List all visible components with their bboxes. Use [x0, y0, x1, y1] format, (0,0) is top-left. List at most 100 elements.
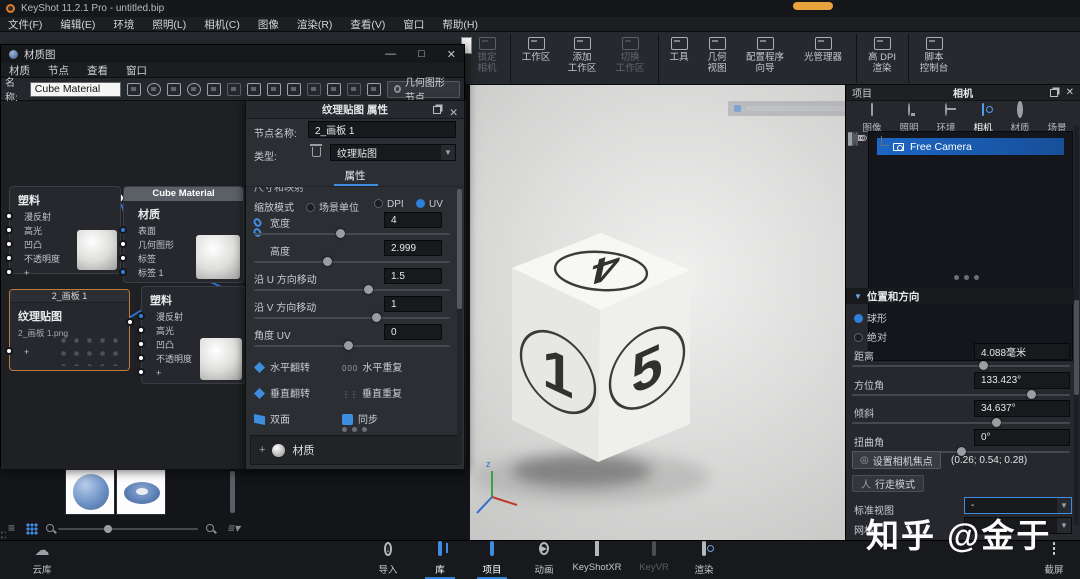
azimuth-slider[interactable]	[852, 390, 1070, 399]
dock-library[interactable]: 库	[412, 541, 468, 579]
menu-window[interactable]: 窗口	[403, 17, 424, 32]
properties-tab[interactable]: 属性	[246, 167, 464, 187]
geometry-node-button[interactable]: 几何图形节点	[386, 78, 461, 104]
menu-lighting[interactable]: 照明(L)	[152, 17, 186, 32]
material-thumbnail-sphere[interactable]	[65, 469, 115, 515]
dock-project[interactable]: 项目	[464, 541, 520, 579]
link-width-height-icon[interactable]	[251, 216, 265, 243]
scale-mode-scene-units[interactable]: 场景单位	[306, 199, 359, 214]
show-textures-icon[interactable]	[286, 82, 301, 96]
geometry-view-button[interactable]: 几何 视图	[698, 36, 736, 81]
show-labels-icon[interactable]	[306, 82, 321, 96]
width-input[interactable]: 4	[384, 212, 442, 228]
delete-icon[interactable]	[266, 82, 281, 96]
type-dropdown[interactable]: 纹理贴图 ▼	[330, 144, 456, 161]
workspace-button[interactable]: 工作区	[514, 36, 558, 81]
connector-icon[interactable]	[366, 82, 381, 96]
node-plastic-top[interactable]: 塑料 漫反射 高光 凹凸 不透明度 +	[5, 186, 121, 278]
realtime-viewport[interactable]: 4 1 5 z	[470, 85, 845, 540]
project-scrollbar[interactable]	[1074, 125, 1079, 525]
zoom-out-icon[interactable]	[46, 524, 54, 532]
tab-environment[interactable]: 环境	[928, 103, 964, 134]
mg-menu-window[interactable]: 窗口	[126, 63, 147, 78]
height-slider[interactable]	[254, 257, 450, 266]
shift-u-slider[interactable]	[254, 285, 450, 294]
twist-input[interactable]: 0°	[974, 429, 1070, 446]
configurator-wizard-button[interactable]: 配置程序 向导	[738, 36, 792, 81]
node-plastic-bottom[interactable]: 塑料 漫反射 高光 凹凸 不透明度 +	[137, 286, 246, 384]
scale-mode-uv[interactable]: UV	[416, 199, 443, 210]
align-nodes-icon[interactable]	[326, 82, 341, 96]
shift-v-slider[interactable]	[254, 313, 450, 322]
slider-handle[interactable]	[104, 525, 112, 533]
sync-toggle[interactable]: 同步	[342, 411, 378, 426]
project-panel-header[interactable]: 项目 相机 ✕	[846, 85, 1080, 101]
maximize-button[interactable]: □	[418, 48, 425, 61]
menu-help[interactable]: 帮助(H)	[442, 17, 478, 32]
flip-vertical-toggle[interactable]: 垂直翻转	[254, 385, 310, 400]
grid-view-icon[interactable]	[26, 523, 38, 535]
undock-icon[interactable]	[433, 106, 442, 114]
dock-keyvr[interactable]: KeyVR	[626, 541, 682, 579]
menu-edit[interactable]: 编辑(E)	[60, 17, 95, 32]
preview-quad-icon[interactable]	[166, 82, 181, 96]
cloud-library-button[interactable]: ☁ 云库	[14, 543, 70, 579]
minimize-button[interactable]: —	[385, 48, 396, 61]
properties-scrollbar[interactable]	[457, 189, 462, 465]
lock-camera-button[interactable]: 锁定 相机	[470, 36, 504, 81]
width-slider[interactable]	[254, 229, 450, 238]
dock-render[interactable]: 渲染	[676, 541, 732, 579]
duplicate-icon[interactable]	[246, 82, 261, 96]
menu-file[interactable]: 文件(F)	[8, 17, 42, 32]
node-texture-map[interactable]: 2_画板 1 纹理贴图 2_画板 1.png +	[5, 289, 134, 371]
menu-environment[interactable]: 环境	[113, 17, 134, 32]
mode-absolute[interactable]: 绝对	[854, 329, 887, 344]
high-dpi-render-button[interactable]: 高 DPI 渲染	[860, 36, 904, 81]
height-input[interactable]: 2.999	[384, 240, 442, 256]
list-view-icon[interactable]: ≡	[8, 522, 15, 534]
tools-button[interactable]: 工具	[662, 36, 696, 81]
zoom-in-icon[interactable]	[206, 524, 214, 532]
material-graph-titlebar[interactable]: 材质图 — □ ✕	[1, 45, 464, 63]
two-sided-toggle[interactable]: 双面	[254, 411, 290, 426]
delete-node-icon[interactable]	[310, 144, 322, 157]
filter-icon[interactable]: ≡▾	[227, 521, 243, 535]
close-icon[interactable]: ✕	[449, 104, 458, 122]
tab-image[interactable]: 图像	[854, 103, 890, 134]
walk-mode-button[interactable]: 人 行走模式	[852, 475, 924, 492]
tab-camera[interactable]: 相机	[965, 103, 1001, 140]
add-workspace-button[interactable]: 添加 工作区	[560, 36, 604, 81]
distance-input[interactable]: 4.088毫米	[974, 343, 1070, 360]
script-console-button[interactable]: 脚本 控制台	[912, 36, 956, 81]
node-name-input[interactable]: 2_画板 1	[308, 121, 456, 138]
save-icon[interactable]	[126, 82, 141, 96]
close-icon[interactable]: ✕	[1066, 87, 1074, 98]
properties-header[interactable]: 纹理贴图 属性 ✕	[246, 101, 464, 119]
light-manager-button[interactable]: 光管理器	[796, 36, 850, 81]
menu-render[interactable]: 渲染(R)	[297, 17, 333, 32]
mg-menu-view[interactable]: 查看	[87, 63, 108, 78]
shift-u-input[interactable]: 1.5	[384, 268, 442, 284]
save-camera-icon[interactable]	[856, 132, 858, 146]
azimuth-input[interactable]: 133.423°	[974, 372, 1070, 389]
tab-material[interactable]: 材质	[1002, 101, 1038, 134]
node-cube-material[interactable]: Cube Material 材质 表面 几何图形 标签 标签 1	[119, 186, 244, 283]
repeat-horizontal-toggle[interactable]: 000 水平重复	[342, 359, 402, 374]
repeat-vertical-toggle[interactable]: ⋮⋮ 垂直重复	[342, 385, 402, 400]
texture-output-port[interactable]	[126, 318, 134, 326]
menu-image[interactable]: 图像	[258, 17, 279, 32]
menu-camera[interactable]: 相机(C)	[204, 17, 240, 32]
window-controls-highlight[interactable]	[793, 2, 833, 10]
section-divider-dots[interactable]	[342, 427, 367, 432]
angle-uv-slider[interactable]	[254, 341, 450, 350]
set-camera-focus-button[interactable]: ◎ 设置相机焦点	[852, 451, 941, 469]
undock-icon[interactable]	[1049, 89, 1058, 97]
mg-menu-node[interactable]: 节点	[48, 63, 69, 78]
shift-v-input[interactable]: 1	[384, 296, 442, 312]
library-scrollbar[interactable]	[230, 471, 235, 513]
scale-mode-dpi[interactable]: DPI	[374, 199, 404, 210]
menu-view[interactable]: 查看(V)	[350, 17, 385, 32]
tab-scene[interactable]: 场景	[1039, 104, 1075, 134]
camera-tree[interactable]: Free Camera	[868, 131, 1073, 361]
camera-tree-selected-row[interactable]: Free Camera	[877, 136, 1064, 155]
